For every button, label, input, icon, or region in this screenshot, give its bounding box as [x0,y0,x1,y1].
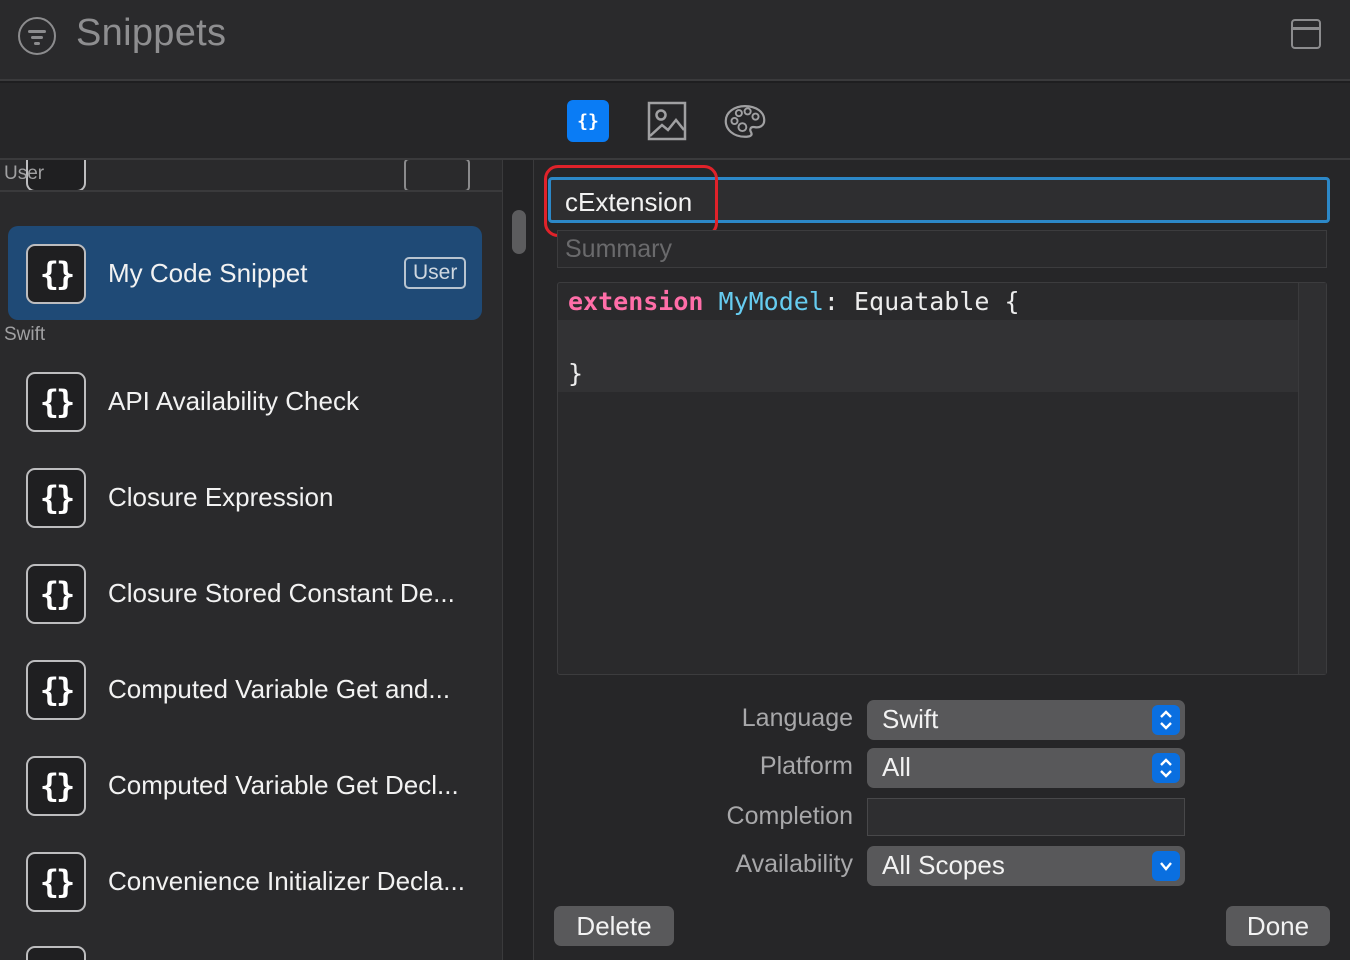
snippet-title: Computed Variable Get and... [108,674,451,704]
code-snippet-icon: {} [26,756,86,816]
snippet-title: Closure Stored Constant De... [108,578,455,608]
user-badge: User [404,257,467,289]
completion-shortcut-field[interactable] [867,798,1185,836]
chevron-down-icon [1152,851,1180,881]
code-line-2 [558,320,1298,356]
colors-tab[interactable] [724,100,766,142]
snippet-list[interactable]: User {} My Code Snippet User Swift {} AP… [0,160,502,960]
availability-value: All Scopes [882,850,1005,880]
library-toolbar: {} [0,83,1350,160]
code-keyword: extension [568,287,704,316]
media-tab[interactable] [646,100,688,142]
language-value: Swift [882,704,939,734]
code-snippet-icon: {} [26,244,86,304]
palette-icon [724,105,766,138]
snippet-title: Computed Variable Get Decl... [108,770,459,800]
window-layout-icon[interactable] [1291,19,1321,49]
filter-icon[interactable] [18,17,56,55]
summary-field[interactable]: Summary [557,230,1327,268]
code-text: } [568,359,584,388]
badge [404,160,470,192]
platform-label: Platform [759,752,853,780]
done-button[interactable]: Done [1226,906,1330,946]
snippet-row[interactable]: {} Computed Variable Get and... [8,642,482,736]
code-type-name: MyModel [718,287,824,316]
title-bar: Snippets [0,0,1350,81]
chevron-up-down-icon [1152,705,1180,735]
snippet-row-my-code-snippet[interactable]: {} My Code Snippet User [8,226,482,320]
snippet-row[interactable]: {} Convenience Initializer Decla... [8,834,482,928]
snippet-row[interactable]: {} Computed Variable Get Decl... [8,738,482,832]
highlight-annotation [544,165,718,237]
code-snippet-icon: {} [26,372,86,432]
chevron-up-down-icon [1152,753,1180,783]
section-header-swift: Swift [4,324,46,345]
snippet-title: My Code Snippet [108,258,308,288]
code-line-1: extension MyModel: Equatable { [558,284,1298,320]
completion-label: Completion [726,802,853,830]
snippet-title: Convenience Initializer Decla... [108,866,465,896]
photo-icon [647,101,687,141]
split-view-divider[interactable] [502,160,534,960]
window-title: Snippets [76,12,227,54]
availability-popup[interactable]: All Scopes [867,846,1185,886]
code-snippets-tab[interactable]: {} [567,100,609,142]
availability-label: Availability [735,850,853,878]
snippet-row[interactable]: {} Closure Stored Constant De... [8,546,482,640]
code-snippet-icon: {} [26,852,86,912]
code-text: : Equatable { [823,287,1020,316]
section-header-user: User [4,163,45,184]
code-snippet-icon: {} [26,564,86,624]
code-snippet-icon: {} [26,660,86,720]
code-snippet-icon: {} [26,468,86,528]
summary-placeholder: Summary [565,235,672,263]
code-editor[interactable]: extension MyModel: Equatable { } [557,282,1327,675]
code-snippet-icon [26,946,86,960]
platform-value: All [882,752,911,782]
snippet-title: Closure Expression [108,482,334,512]
language-popup[interactable]: Swift [867,700,1185,740]
curly-braces-icon: {} [577,110,599,132]
language-label: Language [741,704,853,732]
snippet-row[interactable]: {} API Availability Check [8,354,482,448]
code-editor-scroll-gutter [1298,283,1326,674]
platform-popup[interactable]: All [867,748,1185,788]
sidebar-scrollbar[interactable] [512,210,526,254]
snippet-row[interactable]: {} Closure Expression [8,450,482,544]
snippet-title: API Availability Check [108,386,359,416]
code-line-3: } [558,356,1298,392]
section-separator [0,190,502,192]
delete-button[interactable]: Delete [554,906,674,946]
